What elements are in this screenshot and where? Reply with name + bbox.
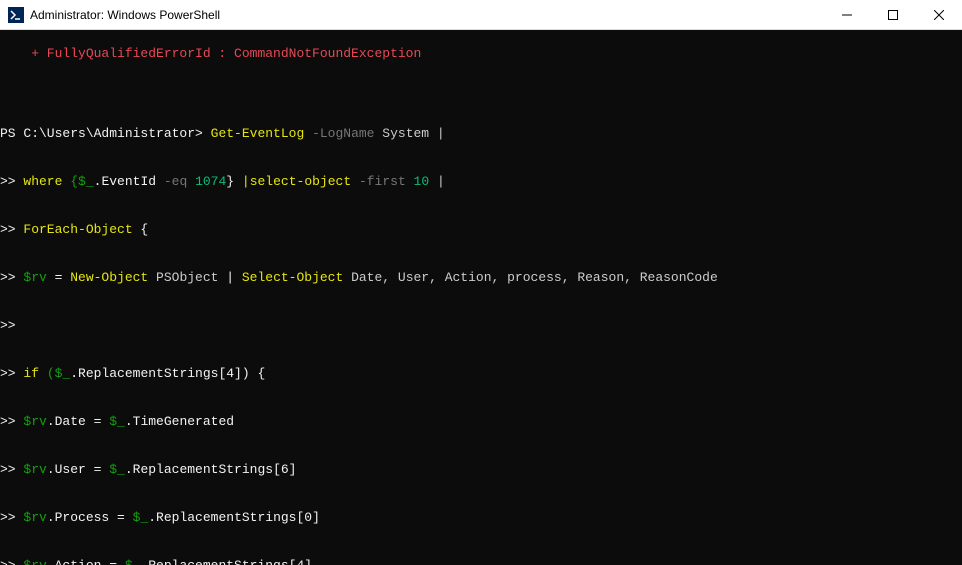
close-button[interactable] — [916, 0, 962, 30]
variable: $_ — [109, 414, 125, 429]
member: .ReplacementStrings[4]) { — [70, 366, 265, 381]
cont-line: >> $rv.User = $_.ReplacementStrings[6] — [0, 462, 962, 478]
variable: $rv — [23, 510, 46, 525]
window-titlebar: Administrator: Windows PowerShell — [0, 0, 962, 30]
member: .ReplacementStrings[4] — [140, 558, 312, 565]
member: .TimeGenerated — [125, 414, 234, 429]
window-title: Administrator: Windows PowerShell — [30, 8, 220, 22]
operator: = — [86, 462, 109, 477]
cont-line: >> if ($_.ReplacementStrings[4]) { — [0, 366, 962, 382]
cmdlet: ForEach-Object — [23, 222, 132, 237]
cmdlet: Select-Object — [242, 270, 343, 285]
variable: $_ — [125, 558, 141, 565]
error-line: + FullyQualifiedErrorId : CommandNotFoun… — [0, 46, 962, 62]
cont-line: >> $rv.Process = $_.ReplacementStrings[0… — [0, 510, 962, 526]
operator: = — [109, 510, 132, 525]
operator: = — [86, 414, 109, 429]
terminal-output[interactable]: + FullyQualifiedErrorId : CommandNotFoun… — [0, 30, 962, 565]
param: -first — [359, 174, 406, 189]
brace: } — [226, 174, 242, 189]
arg-list: Date, User, Action, process, Reason, Rea… — [343, 270, 717, 285]
powershell-icon — [8, 7, 24, 23]
member: .EventId — [94, 174, 156, 189]
variable: $rv — [23, 414, 46, 429]
continuation-prompt: >> — [0, 510, 23, 525]
cont-line: >> $rv.Action = $_.ReplacementStrings[4] — [0, 558, 962, 565]
cont-line: >> $rv.Date = $_.TimeGenerated — [0, 414, 962, 430]
variable: {$_ — [62, 174, 93, 189]
variable: ($_ — [39, 366, 70, 381]
variable: $rv — [23, 558, 46, 565]
continuation-prompt: >> — [0, 414, 23, 429]
cont-line: >> where {$_.EventId -eq 1074} |select-o… — [0, 174, 962, 190]
arg: System — [374, 126, 429, 141]
pipe: | — [429, 174, 445, 189]
continuation-prompt: >> — [0, 558, 23, 565]
member: .ReplacementStrings[0] — [148, 510, 320, 525]
arg: PSObject — [148, 270, 226, 285]
pipe: | — [226, 270, 242, 285]
variable: $rv — [23, 270, 46, 285]
continuation-prompt: >> — [0, 462, 23, 477]
cmdlet: New-Object — [70, 270, 148, 285]
continuation-prompt: >> — [0, 174, 23, 189]
member: .Action — [47, 558, 102, 565]
keyword: if — [23, 366, 39, 381]
number: 1074 — [187, 174, 226, 189]
minimize-button[interactable] — [824, 0, 870, 30]
operator: = — [101, 558, 124, 565]
member: .Process — [47, 510, 109, 525]
number: 10 — [406, 174, 429, 189]
cmdlet: Get-EventLog — [211, 126, 305, 141]
continuation-prompt: >> — [0, 222, 23, 237]
member: .User — [47, 462, 86, 477]
cont-line: >> ForEach-Object { — [0, 222, 962, 238]
cmdlet: |select-object — [242, 174, 359, 189]
cmdlet: where — [23, 174, 62, 189]
cont-line: >> $rv = New-Object PSObject | Select-Ob… — [0, 270, 962, 286]
continuation-prompt: >> — [0, 366, 23, 381]
member: .Date — [47, 414, 86, 429]
maximize-button[interactable] — [870, 0, 916, 30]
operator: -eq — [156, 174, 187, 189]
continuation-prompt: >> — [0, 270, 23, 285]
variable: $rv — [23, 462, 46, 477]
param: -LogName — [304, 126, 374, 141]
pipe: | — [429, 126, 445, 141]
continuation-prompt: >> — [0, 318, 23, 333]
prompt-line: PS C:\Users\Administrator> Get-EventLog … — [0, 126, 962, 142]
member: .ReplacementStrings[6] — [125, 462, 297, 477]
operator: = — [47, 270, 70, 285]
ps-prompt: PS C:\Users\Administrator> — [0, 126, 211, 141]
variable: $_ — [133, 510, 149, 525]
blank-line — [0, 78, 962, 94]
cont-line: >> — [0, 318, 962, 334]
brace: { — [133, 222, 149, 237]
variable: $_ — [109, 462, 125, 477]
